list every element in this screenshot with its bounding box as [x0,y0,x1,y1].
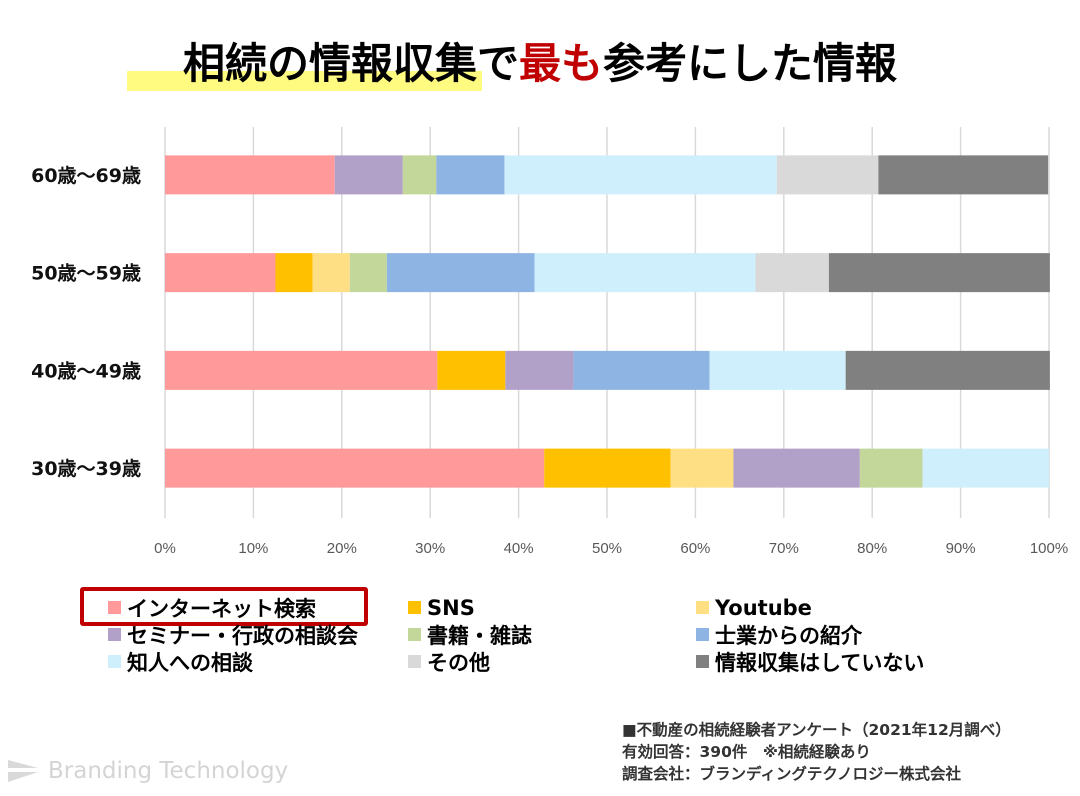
bar-segment [165,350,438,390]
legend-item: インターネット検索 [108,594,316,621]
x-tick-label: 90% [946,540,976,557]
legend-item: 士業からの紹介 [696,621,862,648]
bar-segment [165,155,335,195]
x-tick-label: 60% [680,540,710,557]
x-tick-label: 80% [857,540,887,557]
legend-item: 情報収集はしていない [696,648,924,675]
bar-segment [544,448,671,488]
bar-segment [828,253,1050,293]
legend-label: 書籍・雑誌 [427,623,532,648]
legend-swatch [696,601,709,614]
legend-swatch [108,655,121,668]
bar-segment [776,155,879,195]
legend-item: Youtube [696,594,812,621]
legend-item: セミナー・行政の相談会 [108,621,358,648]
bar-segment [922,448,1049,488]
source-line-responses: 有効回答：390件 ※相続経験あり [622,743,871,761]
bar-segment [859,448,923,488]
source-line-company: 調査会社：ブランディングテクノロジー株式会社 [622,765,961,783]
x-tick-label: 10% [238,540,268,557]
legend-swatch [408,655,421,668]
source-line-survey: ■不動産の相続経験者アンケート（2021年12月調べ） [622,721,1011,739]
legend-item: SNS [408,594,475,621]
legend-label: 知人への相談 [127,650,253,675]
legend-label: Youtube [715,595,812,620]
bar-segment [755,253,829,293]
legend-item: 書籍・雑誌 [408,621,532,648]
legend-item: 知人への相談 [108,648,253,675]
bar-segment [402,155,437,195]
bar-segment [437,350,506,390]
bar-segment [534,253,756,293]
x-tick-label: 100% [1030,540,1068,557]
legend-swatch [696,628,709,641]
x-tick-label: 50% [592,540,622,557]
category-label: 50歳～59歳 [31,263,141,285]
category-label: 30歳～39歳 [31,458,141,480]
bar-segment [334,155,403,195]
bar-segment [349,253,387,293]
category-labels: 60歳～69歳 50歳～59歳 40歳～49歳 30歳～39歳 [31,165,141,480]
source-note: ■不動産の相続経験者アンケート（2021年12月調べ） 有効回答：390件 ※相… [622,719,1011,785]
bar-segment [165,253,276,293]
legend-swatch [108,628,121,641]
legend-swatch [108,601,121,614]
bar-segment [505,350,574,390]
bar-segment [670,448,734,488]
x-tick-label: 0% [154,540,176,557]
brand-logo: Branding Technology [8,758,288,784]
legend-label: 情報収集はしていない [715,650,925,675]
bar-segment [709,350,846,390]
brand-name: Branding Technology [48,758,289,784]
x-tick-label: 70% [769,540,799,557]
bar-segment [165,448,545,488]
bar-segment [504,155,777,195]
bar-segment [386,253,535,293]
bar-segment [573,350,710,390]
legend-item: その他 [408,648,490,675]
bar-segment [733,448,860,488]
legend-swatch [408,628,421,641]
bar-segment [845,350,1050,390]
bar-segment [275,253,313,293]
legend-label: セミナー・行政の相談会 [127,623,358,648]
x-tick-labels: 0% 10% 20% 30% 40% 50% 60% 70% 80% 90% 100% [154,540,1068,557]
bar-segment [878,155,1049,195]
legend-label: 士業からの紹介 [715,623,862,648]
legend-label: その他 [427,650,490,675]
category-label: 40歳～49歳 [31,360,141,382]
stacked-bar-chart: 60歳～69歳 50歳～59歳 40歳～49歳 30歳～39歳 0% 10% 20% 30%… [31,127,1068,557]
arrow-logo-icon [8,760,38,782]
legend-swatch [408,601,421,614]
bar-segment [436,155,505,195]
bar-segment [312,253,350,293]
legend-swatch [696,655,709,668]
legend-label: SNS [427,595,475,620]
x-tick-label: 30% [415,540,445,557]
legend-label: インターネット検索 [127,596,316,621]
category-label: 60歳～69歳 [31,165,141,187]
x-tick-label: 40% [504,540,534,557]
x-tick-label: 20% [327,540,357,557]
